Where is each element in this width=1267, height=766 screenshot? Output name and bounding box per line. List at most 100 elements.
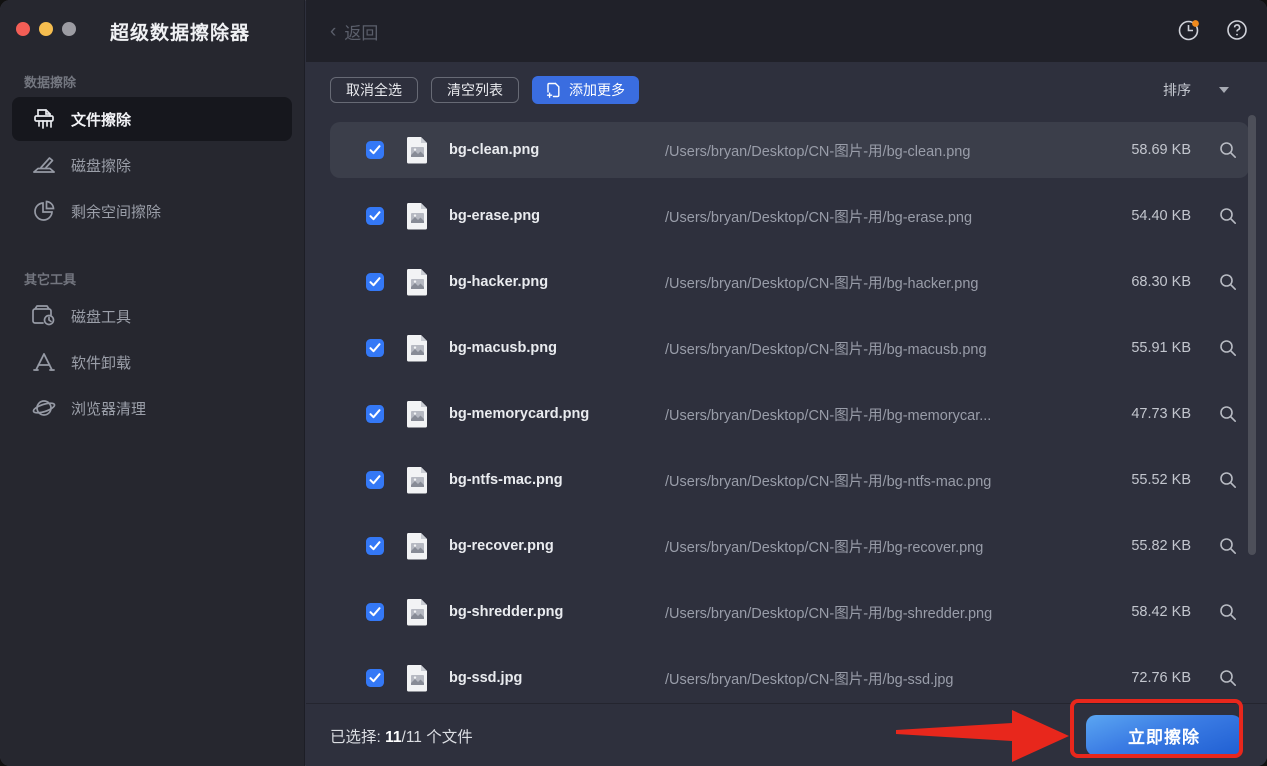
search-icon[interactable] xyxy=(1219,207,1237,225)
file-path: /Users/bryan/Desktop/CN-图片-用/bg-clean.pn… xyxy=(665,140,1103,161)
sidebar-item-shredder[interactable]: 文件擦除 xyxy=(12,97,292,141)
file-row[interactable]: bg-memorycard.png /Users/bryan/Desktop/C… xyxy=(330,386,1249,442)
sidebar-groups: 数据擦除文件擦除磁盘擦除剩余空间擦除其它工具磁盘工具软件卸载浏览器清理 xyxy=(0,72,304,432)
file-name: bg-erase.png xyxy=(449,208,665,224)
app-title: 超级数据擦除器 xyxy=(110,18,250,45)
sidebar-item-label: 浏览器清理 xyxy=(71,398,146,419)
file-path: /Users/bryan/Desktop/CN-图片-用/bg-macusb.p… xyxy=(665,338,1103,359)
sidebar-item-app-uninstall[interactable]: 软件卸载 xyxy=(12,340,292,384)
image-file-icon xyxy=(406,400,429,428)
sidebar-item-label: 磁盘工具 xyxy=(71,306,131,327)
file-size: 72.76 KB xyxy=(1103,670,1191,686)
file-row[interactable]: bg-hacker.png /Users/bryan/Desktop/CN-图片… xyxy=(330,254,1249,310)
clear-list-label: 清空列表 xyxy=(447,80,503,100)
sidebar-section-label: 其它工具 xyxy=(24,269,304,288)
file-name: bg-clean.png xyxy=(449,142,665,158)
search-icon[interactable] xyxy=(1219,669,1237,687)
file-checkbox[interactable] xyxy=(366,141,384,159)
file-checkbox[interactable] xyxy=(366,273,384,291)
timer-icon[interactable] xyxy=(1177,18,1201,42)
disk-tool-icon xyxy=(31,303,57,329)
sidebar-item-label: 磁盘擦除 xyxy=(71,155,131,176)
minimize-window-button[interactable] xyxy=(39,22,53,36)
disk-erase-icon xyxy=(31,152,57,178)
search-icon[interactable] xyxy=(1219,273,1237,291)
image-file-icon xyxy=(406,136,429,164)
search-icon[interactable] xyxy=(1219,603,1237,621)
file-path: /Users/bryan/Desktop/CN-图片-用/bg-hacker.p… xyxy=(665,272,1103,293)
sort-label: 排序 xyxy=(1163,80,1191,100)
file-row[interactable]: bg-clean.png /Users/bryan/Desktop/CN-图片-… xyxy=(330,122,1249,178)
file-checkbox[interactable] xyxy=(366,339,384,357)
file-size: 58.69 KB xyxy=(1103,142,1191,158)
file-row[interactable]: bg-erase.png /Users/bryan/Desktop/CN-图片-… xyxy=(330,188,1249,244)
image-file-icon xyxy=(406,532,429,560)
image-file-icon xyxy=(406,466,429,494)
file-size: 55.82 KB xyxy=(1103,538,1191,554)
file-name: bg-ntfs-mac.png xyxy=(449,472,665,488)
file-path: /Users/bryan/Desktop/CN-图片-用/bg-ntfs-mac… xyxy=(665,470,1103,491)
close-window-button[interactable] xyxy=(16,22,30,36)
file-path: /Users/bryan/Desktop/CN-图片-用/bg-ssd.jpg xyxy=(665,668,1103,689)
sidebar: 超级数据擦除器 数据擦除文件擦除磁盘擦除剩余空间擦除其它工具磁盘工具软件卸载浏览… xyxy=(0,0,305,766)
sidebar-item-browser[interactable]: 浏览器清理 xyxy=(12,386,292,430)
file-row[interactable]: bg-recover.png /Users/bryan/Desktop/CN-图… xyxy=(330,518,1249,574)
search-icon[interactable] xyxy=(1219,339,1237,357)
file-row[interactable]: bg-ntfs-mac.png /Users/bryan/Desktop/CN-… xyxy=(330,452,1249,508)
traffic-lights xyxy=(16,22,76,36)
sidebar-section-label: 数据擦除 xyxy=(24,72,304,91)
search-icon[interactable] xyxy=(1219,141,1237,159)
file-size: 68.30 KB xyxy=(1103,274,1191,290)
file-path: /Users/bryan/Desktop/CN-图片-用/bg-recover.… xyxy=(665,536,1103,557)
file-name: bg-recover.png xyxy=(449,538,665,554)
image-file-icon xyxy=(406,334,429,362)
caret-down-icon xyxy=(1219,87,1229,93)
back-button[interactable]: ‹ 返回 xyxy=(330,19,378,44)
file-name: bg-memorycard.png xyxy=(449,406,665,422)
file-checkbox[interactable] xyxy=(366,669,384,687)
add-file-icon xyxy=(546,82,561,98)
file-checkbox[interactable] xyxy=(366,603,384,621)
selection-count: 11 xyxy=(385,729,401,746)
clear-list-button[interactable]: 清空列表 xyxy=(431,77,519,103)
sidebar-item-disk-tool[interactable]: 磁盘工具 xyxy=(12,294,292,338)
help-icon[interactable] xyxy=(1225,18,1249,42)
file-name: bg-hacker.png xyxy=(449,274,665,290)
file-size: 47.73 KB xyxy=(1103,406,1191,422)
file-size: 55.91 KB xyxy=(1103,340,1191,356)
toolbar: 取消全选 清空列表 添加更多 排序 xyxy=(330,76,1243,104)
deselect-all-button[interactable]: 取消全选 xyxy=(330,77,418,103)
search-icon[interactable] xyxy=(1219,537,1237,555)
file-size: 58.42 KB xyxy=(1103,604,1191,620)
file-path: /Users/bryan/Desktop/CN-图片-用/bg-memoryca… xyxy=(665,404,1103,425)
file-size: 55.52 KB xyxy=(1103,472,1191,488)
scrollbar-thumb[interactable] xyxy=(1248,115,1256,555)
file-checkbox[interactable] xyxy=(366,537,384,555)
search-icon[interactable] xyxy=(1219,471,1237,489)
add-more-label: 添加更多 xyxy=(569,80,625,100)
file-checkbox[interactable] xyxy=(366,471,384,489)
main-titlebar: ‹ 返回 xyxy=(306,0,1267,62)
zoom-window-button[interactable] xyxy=(62,22,76,36)
erase-now-button[interactable]: 立即擦除 xyxy=(1086,715,1242,756)
file-list: bg-clean.png /Users/bryan/Desktop/CN-图片-… xyxy=(330,122,1249,716)
sidebar-item-disk-erase[interactable]: 磁盘擦除 xyxy=(12,143,292,187)
deselect-all-label: 取消全选 xyxy=(346,80,402,100)
file-path: /Users/bryan/Desktop/CN-图片-用/bg-erase.pn… xyxy=(665,206,1103,227)
file-checkbox[interactable] xyxy=(366,207,384,225)
sidebar-item-pie-chart[interactable]: 剩余空间擦除 xyxy=(12,189,292,233)
search-icon[interactable] xyxy=(1219,405,1237,423)
file-name: bg-macusb.png xyxy=(449,340,665,356)
file-row[interactable]: bg-ssd.jpg /Users/bryan/Desktop/CN-图片-用/… xyxy=(330,650,1249,706)
file-row[interactable]: bg-shredder.png /Users/bryan/Desktop/CN-… xyxy=(330,584,1249,640)
file-row[interactable]: bg-macusb.png /Users/bryan/Desktop/CN-图片… xyxy=(330,320,1249,376)
back-button-label: 返回 xyxy=(344,19,378,44)
file-path: /Users/bryan/Desktop/CN-图片-用/bg-shredder… xyxy=(665,602,1103,623)
image-file-icon xyxy=(406,664,429,692)
file-name: bg-ssd.jpg xyxy=(449,670,665,686)
file-checkbox[interactable] xyxy=(366,405,384,423)
chevron-left-icon: ‹ xyxy=(330,22,336,41)
sort-control[interactable]: 排序 xyxy=(1163,80,1243,100)
sidebar-item-label: 剩余空间擦除 xyxy=(71,201,161,222)
add-more-button[interactable]: 添加更多 xyxy=(532,76,639,104)
